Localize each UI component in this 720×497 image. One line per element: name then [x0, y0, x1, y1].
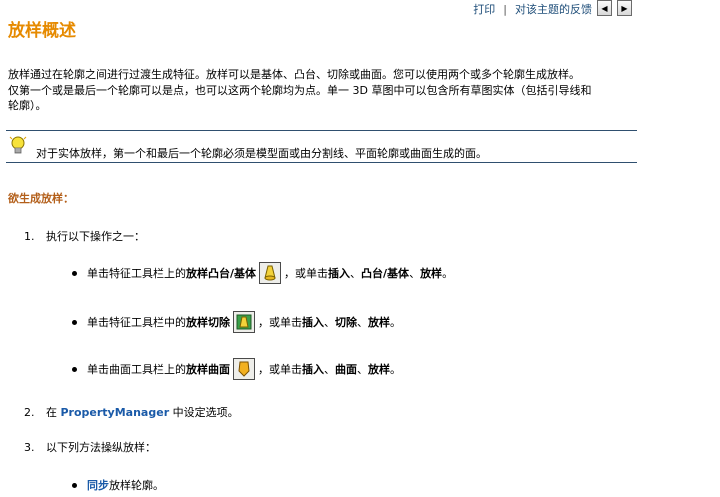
- bullet-dot: [72, 482, 77, 488]
- bullet-sync: 同步 放样轮廓。: [72, 477, 164, 493]
- loft-boss-icon[interactable]: [259, 262, 282, 284]
- propertymanager-link[interactable]: PropertyManager: [61, 406, 170, 419]
- bullet-loft-cut: 单击特征工具栏中的 放样切除 ，或单击 插入、切除、放样。: [72, 311, 401, 333]
- menu-insert: 插入: [302, 316, 324, 329]
- bullet-command: 放样切除: [186, 316, 230, 329]
- back-button[interactable]: ◀: [597, 0, 612, 16]
- step-number: 1.: [24, 230, 35, 243]
- bullet-text: ，或单击: [258, 316, 302, 329]
- bullet-text: 单击特征工具栏上的: [87, 267, 186, 280]
- menu-cut: 切除: [335, 316, 357, 329]
- menu-loft: 放样: [368, 363, 390, 376]
- note-text: 对于实体放样，第一个和最后一个轮廓必须是模型面或由分割线、平面轮廓或曲面生成的面…: [36, 147, 487, 160]
- menu-sep: 、: [350, 267, 362, 280]
- menu-boss-base: 凸台/基体: [361, 267, 410, 280]
- loft-surface-icon[interactable]: [233, 358, 255, 380]
- bullet-loft-boss: 单击特征工具栏上的 放样凸台/基体 ，或单击 插入、凸台/基体、放样。: [72, 262, 453, 284]
- menu-surface: 曲面: [335, 363, 357, 376]
- step-text: 以下列方法操纵放样：: [46, 441, 156, 454]
- lightbulb-icon: [9, 136, 27, 154]
- bullet-command: 放样凸台/基体: [186, 267, 257, 280]
- back-arrow-icon: ◀: [601, 3, 608, 13]
- intro-line-2: 仅第一个或是最后一个轮廓可以是点，也可以这两个轮廓均为点。单一 3D 草图中可以…: [8, 83, 592, 97]
- intro-paragraph: 放样通过在轮廓之间进行过渡生成特征。放样可以是基体、凸台、切除或曲面。您可以使用…: [8, 67, 638, 114]
- menu-sep: 、: [357, 363, 368, 376]
- feedback-link[interactable]: 对该主题的反馈: [515, 1, 592, 17]
- bullet-dot: [72, 366, 77, 372]
- intro-line-1: 放样通过在轮廓之间进行过渡生成特征。放样可以是基体、凸台、切除或曲面。您可以使用…: [8, 68, 580, 81]
- menu-insert: 插入: [328, 267, 351, 280]
- forward-button[interactable]: ▶: [617, 0, 632, 16]
- menu-sep: 、: [324, 363, 335, 376]
- bullet-dot: [72, 319, 77, 325]
- step-text: 中设定选项。: [169, 406, 239, 419]
- menu-insert: 插入: [302, 363, 324, 376]
- bullet-text: 放样轮廓。: [109, 479, 164, 492]
- step-number: 2.: [24, 406, 35, 419]
- bullet-end: 。: [442, 267, 454, 280]
- top-toolbar: 打印 | 对该主题的反馈 ◀ ▶: [0, 0, 636, 20]
- bullet-text: ，或单击: [284, 267, 329, 280]
- step-2: 2. 在 PropertyManager 中设定选项。: [24, 404, 239, 420]
- bullet-text: 单击曲面工具栏上的: [87, 363, 186, 376]
- bullet-end: 。: [390, 316, 401, 329]
- menu-loft: 放样: [420, 267, 443, 280]
- step-3: 3. 以下列方法操纵放样：: [24, 439, 156, 455]
- step-text: 在: [46, 406, 61, 419]
- page-title: 放样概述: [8, 21, 76, 41]
- step-number: 3.: [24, 441, 35, 454]
- top-links: 打印 | 对该主题的反馈: [473, 1, 592, 17]
- print-link[interactable]: 打印: [473, 1, 495, 17]
- menu-sep: 、: [357, 316, 368, 329]
- note-box: 对于实体放样，第一个和最后一个轮廓必须是模型面或由分割线、平面轮廓或曲面生成的面…: [6, 130, 637, 163]
- sync-link[interactable]: 同步: [87, 477, 109, 493]
- loft-cut-icon[interactable]: [233, 311, 255, 333]
- menu-sep: 、: [409, 267, 421, 280]
- bullet-text: ，或单击: [258, 363, 302, 376]
- bullet-loft-surface: 单击曲面工具栏上的 放样曲面 ，或单击 插入、曲面、放样。: [72, 358, 401, 380]
- step-text: 执行以下操作之一：: [46, 230, 145, 243]
- bullet-text: 单击特征工具栏中的: [87, 316, 186, 329]
- bullet-command: 放样曲面: [186, 363, 230, 376]
- intro-line-3: 轮廓）。: [8, 99, 47, 112]
- section-heading: 欲生成放样：: [8, 192, 74, 205]
- menu-sep: 、: [324, 316, 335, 329]
- forward-arrow-icon: ▶: [621, 3, 628, 13]
- bullet-dot: [72, 270, 77, 276]
- link-separator: |: [503, 2, 507, 16]
- step-1: 1. 执行以下操作之一：: [24, 228, 145, 244]
- menu-loft: 放样: [368, 316, 390, 329]
- bullet-end: 。: [390, 363, 401, 376]
